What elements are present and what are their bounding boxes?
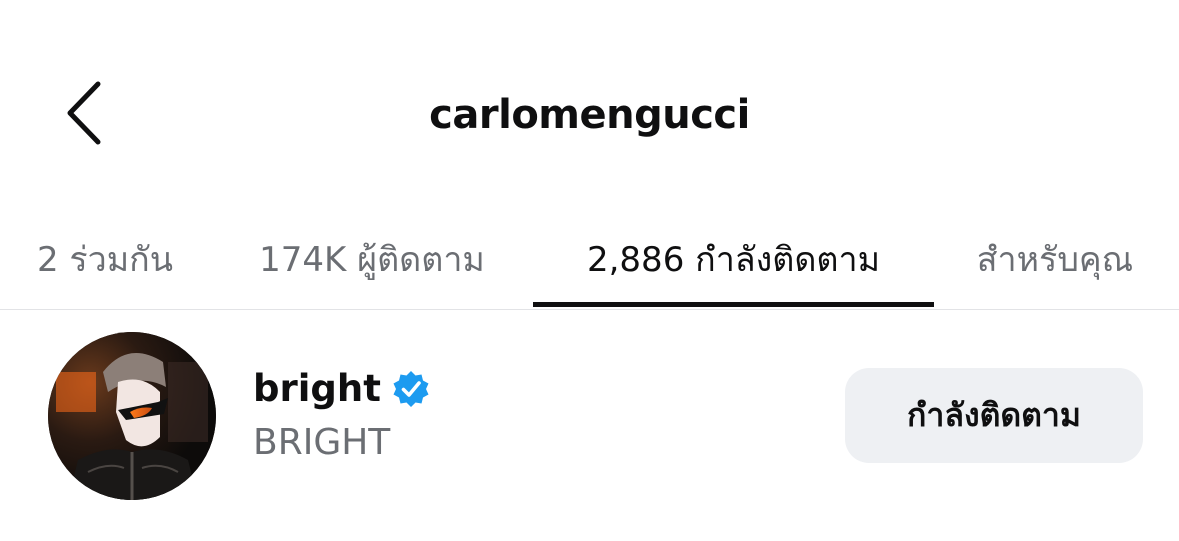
full-name: BRIGHT bbox=[253, 422, 391, 463]
tab-mutual[interactable]: 2 ร่วมกัน bbox=[10, 210, 200, 307]
username[interactable]: bright bbox=[253, 366, 381, 412]
page-title: carlomengucci bbox=[429, 92, 750, 138]
following-button[interactable]: กำลังติดตาม bbox=[845, 368, 1143, 463]
list-item[interactable]: bright BRIGHT กำลังติดตาม bbox=[0, 310, 1179, 541]
tab-for-you[interactable]: สำหรับคุณ bbox=[950, 210, 1160, 307]
tab-following[interactable]: 2,886 กำลังติดตาม bbox=[533, 210, 934, 307]
tab-bar: 2 ร่วมกัน 174K ผู้ติดตาม 2,886 กำลังติดต… bbox=[0, 210, 1179, 310]
tab-followers[interactable]: 174K ผู้ติดตาม bbox=[222, 210, 522, 307]
active-tab-indicator bbox=[533, 302, 934, 307]
avatar[interactable] bbox=[48, 332, 216, 500]
following-screen: carlomengucci 2 ร่วมกัน 174K ผู้ติดตาม 2… bbox=[0, 0, 1179, 541]
profile-photo bbox=[48, 332, 216, 500]
verified-badge-icon bbox=[393, 371, 429, 407]
username-line: bright bbox=[253, 366, 431, 412]
